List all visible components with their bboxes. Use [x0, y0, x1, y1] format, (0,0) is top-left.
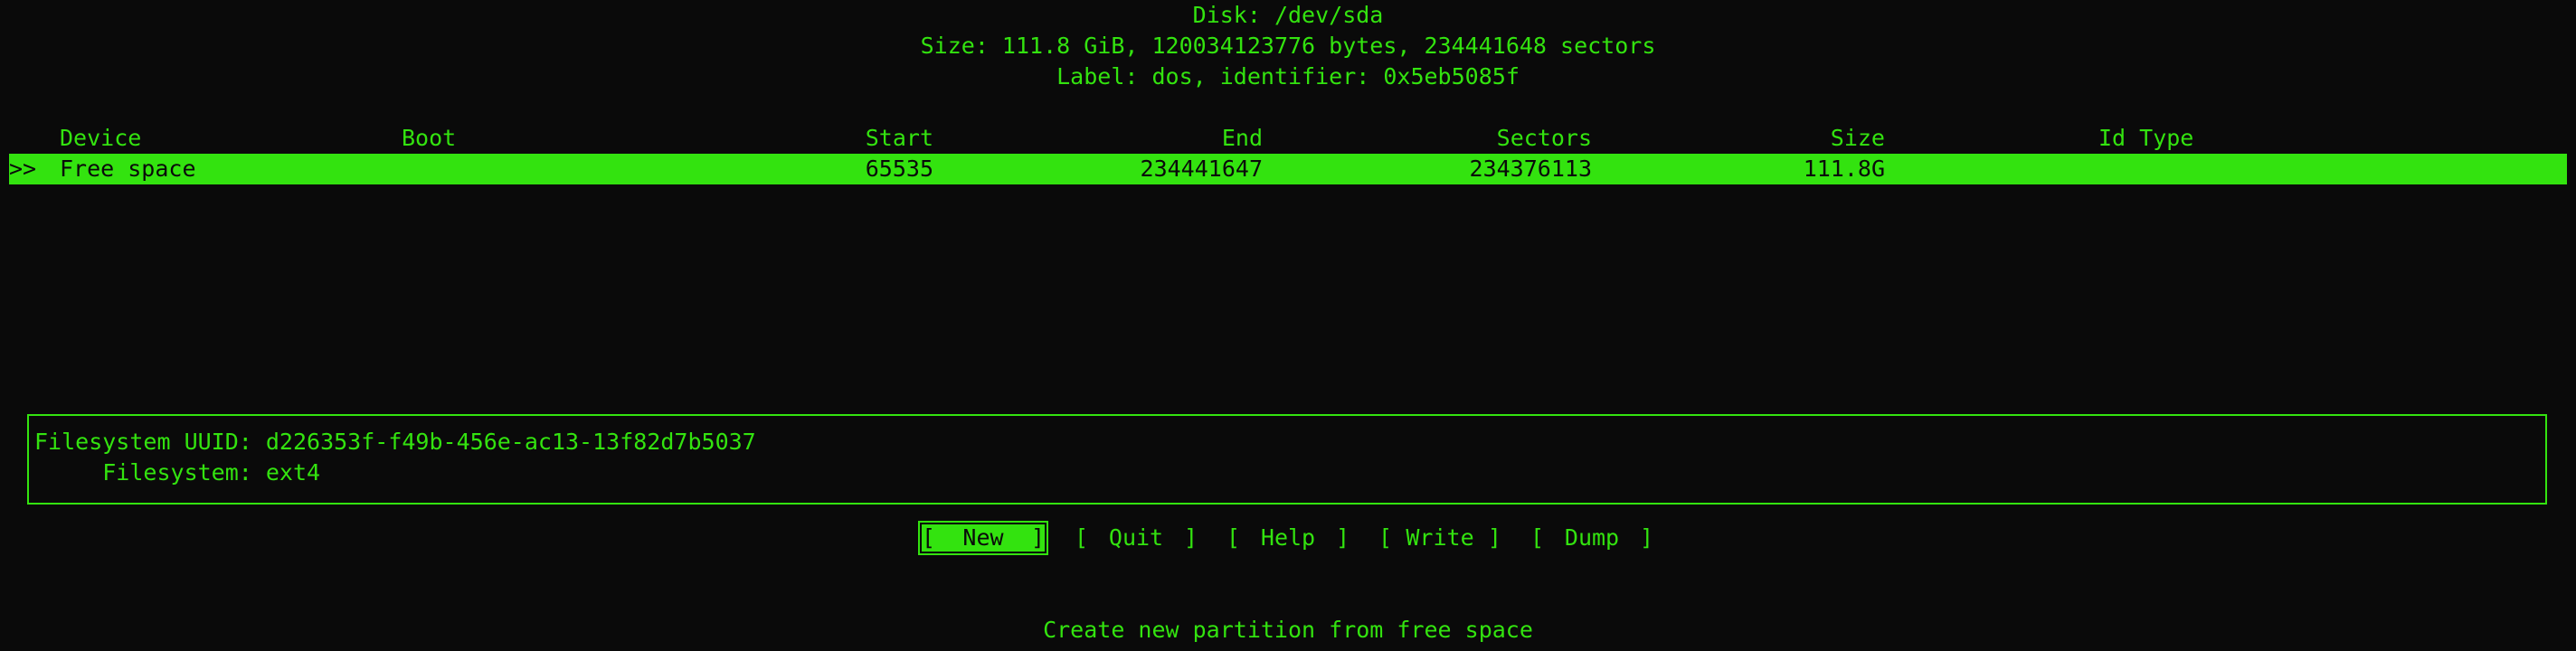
help-close-bracket: ]: [1335, 524, 1350, 551]
new-close-bracket: ]: [1030, 524, 1045, 551]
disk-label-line: Label: dos, identifier: 0x5eb5085f: [1056, 63, 1520, 90]
header-end: End: [1221, 125, 1263, 151]
row-cursor: >>: [9, 156, 37, 182]
filesystem-type: Filesystem: ext4: [34, 459, 321, 486]
disk-size-line: Size: 111.8 GiB, 120034123776 bytes, 234…: [920, 33, 1656, 59]
write-button[interactable]: [ Write ]: [1377, 523, 1503, 553]
new-button[interactable]: [ New ]: [918, 521, 1048, 555]
quit-button[interactable]: [ Quit ]: [1073, 523, 1199, 553]
write-close-bracket: ]: [1487, 524, 1501, 551]
disk-title: Disk: /dev/sda: [1192, 2, 1384, 28]
filesystem-uuid: Filesystem UUID: d226353f-f49b-456e-ac13…: [34, 429, 756, 455]
row-start: 65535: [865, 156, 933, 182]
new-open-bracket: [: [922, 524, 936, 551]
partition-info-box: Filesystem UUID: d226353f-f49b-456e-ac13…: [27, 414, 2547, 505]
help-open-bracket: [: [1226, 524, 1241, 551]
header-sectors: Sectors: [1496, 125, 1592, 151]
header-start: Start: [865, 125, 933, 151]
quit-label: Quit: [1108, 524, 1164, 551]
hint-text: Create new partition from free space: [1043, 617, 1533, 643]
help-button[interactable]: [ Help ]: [1225, 523, 1351, 553]
row-sectors: 234376113: [1469, 156, 1592, 182]
write-label: Write: [1406, 524, 1474, 551]
dump-label: Dump: [1564, 524, 1620, 551]
dump-close-bracket: ]: [1639, 524, 1653, 551]
header-size: Size: [1830, 125, 1885, 151]
table-row[interactable]: >> Free space 65535 234441647 234376113 …: [9, 154, 2567, 184]
row-end: 234441647: [1140, 156, 1263, 182]
partition-table-header: Device Boot Start End Sectors Size Id Ty…: [0, 123, 2576, 154]
new-label: New: [962, 524, 1004, 551]
dump-open-bracket: [: [1530, 524, 1545, 551]
row-device: Free space: [60, 156, 196, 182]
dump-button[interactable]: [ Dump ]: [1529, 523, 1655, 553]
row-size: 111.8G: [1803, 156, 1885, 182]
header-device: Device: [60, 125, 142, 151]
header-boot: Boot: [402, 125, 457, 151]
help-label: Help: [1260, 524, 1316, 551]
command-menu: [ New ] [ Quit ] [ Help ] [ Write ] [ Du…: [0, 521, 2576, 555]
cfdisk-terminal: Disk: /dev/sda Size: 111.8 GiB, 12003412…: [0, 0, 2576, 651]
write-open-bracket: [: [1378, 524, 1393, 551]
header-id-type: Id Type: [2098, 125, 2194, 151]
quit-open-bracket: [: [1075, 524, 1089, 551]
quit-close-bracket: ]: [1183, 524, 1198, 551]
